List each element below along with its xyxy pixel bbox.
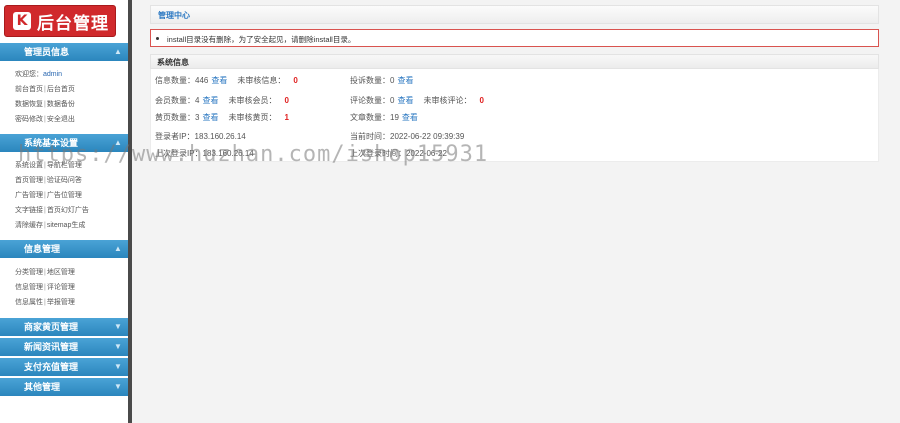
link-data-backup[interactable]: 数据备份 [47, 101, 75, 108]
link-admin-home[interactable]: 后台首页 [47, 86, 75, 93]
stat-value: 3 [195, 113, 200, 122]
welcome-label: 欢迎您： [15, 71, 43, 78]
chevron-down-icon: ▼ [114, 342, 122, 351]
view-articles-link[interactable]: 查看 [402, 113, 418, 122]
management-center-header: 管理中心 [150, 5, 879, 24]
link-captcha-qa[interactable]: 验证码问答 [47, 177, 82, 184]
unreviewed-label: 未审核黄页： [228, 113, 277, 122]
sidebar-section-yellowpage-management[interactable]: 商家黄页管理 ▼ [0, 318, 128, 336]
chevron-down-icon: ▼ [114, 362, 122, 371]
link-logout[interactable]: 安全退出 [47, 116, 75, 123]
view-members-link[interactable]: 查看 [202, 96, 218, 105]
stat-yellowpage-count: 黄页数量：3 查看 未审核黄页： 1 [155, 112, 289, 123]
stat-comment-count: 评论数量：0 查看 未审核评论： 0 [350, 95, 484, 106]
system-info-header: 系统信息 [150, 54, 879, 69]
section-title: 商家黄页管理 [24, 322, 79, 332]
unreviewed-label: 未审核评论： [423, 96, 472, 105]
link-home-slider-ads[interactable]: 首页幻灯广告 [47, 207, 89, 214]
link-ad-management[interactable]: 广告管理 [15, 192, 43, 199]
section-title: 新闻资讯管理 [24, 342, 79, 352]
unreviewed-value: 0 [284, 96, 289, 105]
stat-label: 信息数量： [155, 76, 195, 85]
sidebar-section-info-management[interactable]: 信息管理 ▲ [0, 240, 128, 258]
view-yellowpages-link[interactable]: 查看 [202, 113, 218, 122]
view-comments-link[interactable]: 查看 [397, 96, 413, 105]
chevron-up-icon: ▲ [114, 244, 122, 253]
info-management-links: 分类管理|地区管理 信息管理|评论管理 信息属性|举报管理 [15, 269, 75, 306]
link-ad-slot-management[interactable]: 广告位管理 [47, 192, 82, 199]
link-info-attributes[interactable]: 信息属性 [15, 299, 43, 306]
chevron-up-icon: ▲ [114, 138, 122, 147]
admin-username[interactable]: admin [43, 71, 62, 78]
unreviewed-value: 1 [284, 113, 289, 122]
stat-info-count: 信息数量：446 查看 未审核信息： 0 [155, 75, 298, 86]
stat-label: 文章数量： [350, 113, 390, 122]
sidebar-section-system-settings[interactable]: 系统基本设置 ▲ [0, 134, 128, 152]
bullet-icon [156, 37, 159, 40]
section-title: 系统基本设置 [24, 138, 79, 148]
last-login-time: 上次登录时间：2022-06-22 [350, 149, 447, 158]
section-title: 其他管理 [24, 382, 61, 392]
unreviewed-value: 0 [293, 76, 298, 85]
system-settings-links: 系统设置|导航栏管理 首页管理|验证码问答 广告管理|广告位管理 文字链接|首页… [15, 162, 89, 229]
unreviewed-label: 未审核信息： [237, 76, 286, 85]
link-change-password[interactable]: 密码修改 [15, 116, 43, 123]
current-time: 当前时间：2022-06-22 09:39:39 [350, 132, 465, 141]
section-title: 信息管理 [24, 244, 61, 254]
link-sitemap-generate[interactable]: sitemap生成 [47, 222, 86, 229]
link-region-management[interactable]: 地区管理 [47, 269, 75, 276]
chevron-down-icon: ▼ [114, 322, 122, 331]
stat-value: 0 [390, 76, 395, 85]
chevron-up-icon: ▲ [114, 47, 122, 56]
unreviewed-label: 未审核会员： [228, 96, 277, 105]
login-ip: 登录者IP：183.160.26.14 [155, 132, 246, 141]
stat-label: 投诉数量： [350, 76, 390, 85]
sidebar-section-admin-info[interactable]: 管理员信息 ▲ [0, 43, 128, 61]
stat-report-count: 投诉数量：0 查看 [350, 75, 413, 86]
link-text-links[interactable]: 文字链接 [15, 207, 43, 214]
section-title: 管理员信息 [24, 47, 70, 57]
install-warning: install目录没有删除，为了安全起见，请删除install目录。 [150, 29, 879, 47]
link-category-management[interactable]: 分类管理 [15, 269, 43, 276]
unreviewed-value: 0 [479, 96, 484, 105]
link-comment-management[interactable]: 评论管理 [47, 284, 75, 291]
link-nav-management[interactable]: 导航栏管理 [47, 162, 82, 169]
stat-member-count: 会员数量：4 查看 未审核会员： 0 [155, 95, 289, 106]
system-info-title: 系统信息 [157, 58, 189, 67]
sidebar-section-news-management[interactable]: 新闻资讯管理 ▼ [0, 338, 128, 356]
stat-value: 446 [195, 76, 209, 85]
logo-icon: K [13, 12, 31, 30]
system-info-body: 信息数量：446 查看 未审核信息： 0 投诉数量：0 查看 会员数量：4 查看 未审核会员… [150, 69, 879, 162]
sidebar-section-other-management[interactable]: 其他管理 ▼ [0, 378, 128, 396]
stat-label: 评论数量： [350, 96, 390, 105]
view-reports-link[interactable]: 查看 [397, 76, 413, 85]
stat-article-count: 文章数量：19 查看 [350, 112, 418, 123]
link-home-management[interactable]: 首页管理 [15, 177, 43, 184]
brand-logo[interactable]: K 后台管理 [4, 5, 116, 37]
admin-info-links: 欢迎您：admin 前台首页|后台首页 数据恢复|数据备份 密码修改|安全退出 [15, 71, 75, 123]
link-data-restore[interactable]: 数据恢复 [15, 101, 43, 108]
view-info-link[interactable]: 查看 [211, 76, 227, 85]
brand-title: 后台管理 [37, 13, 109, 33]
link-info-management[interactable]: 信息管理 [15, 284, 43, 291]
chevron-down-icon: ▼ [114, 382, 122, 391]
sidebar: K 后台管理 管理员信息 ▲ 欢迎您：admin 前台首页|后台首页 数据恢复|… [0, 0, 128, 423]
warning-text: install目录没有删除，为了安全起见，请删除install目录。 [167, 35, 356, 44]
stat-value: 0 [390, 96, 395, 105]
link-clear-cache[interactable]: 清除缓存 [15, 222, 43, 229]
page-title: 管理中心 [158, 11, 190, 20]
link-frontend-home[interactable]: 前台首页 [15, 86, 43, 93]
stat-label: 会员数量： [155, 96, 195, 105]
stat-value: 4 [195, 96, 200, 105]
link-report-management[interactable]: 举报管理 [47, 299, 75, 306]
last-login-ip: 上次登录IP：183.160.26.14 [155, 149, 254, 158]
link-system-settings[interactable]: 系统设置 [15, 162, 43, 169]
stat-value: 19 [390, 113, 399, 122]
sidebar-section-payment-management[interactable]: 支付充值管理 ▼ [0, 358, 128, 376]
section-title: 支付充值管理 [24, 362, 79, 372]
stat-label: 黄页数量： [155, 113, 195, 122]
